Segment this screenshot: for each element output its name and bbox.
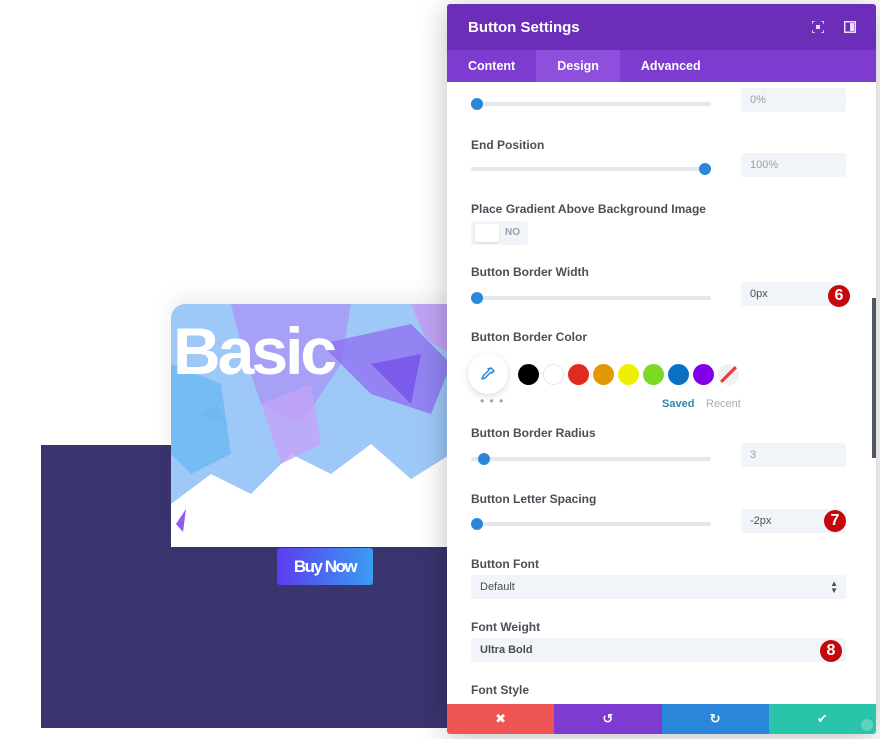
modal-title: Button Settings <box>468 18 580 36</box>
cancel-button[interactable]: ✖ <box>447 704 555 734</box>
no-color-swatch[interactable] <box>718 364 739 385</box>
select-value: Default <box>480 581 515 593</box>
color-swatch[interactable] <box>568 364 589 385</box>
color-swatch[interactable] <box>668 364 689 385</box>
gradient-above-toggle[interactable]: NO <box>471 221 528 245</box>
color-swatch[interactable] <box>693 364 714 385</box>
redo-icon: ↻ <box>709 711 721 726</box>
select-value: Ultra Bold <box>480 644 533 656</box>
end-position-label: End Position <box>471 138 545 152</box>
toggle-knob <box>475 224 499 242</box>
color-swatch[interactable] <box>643 364 664 385</box>
undo-button[interactable]: ↺ <box>554 704 662 734</box>
color-picker-button[interactable] <box>468 354 508 394</box>
save-button[interactable]: ✔ <box>768 704 876 734</box>
more-colors-icon[interactable]: • • • <box>480 394 504 408</box>
start-position-slider[interactable] <box>471 98 711 110</box>
redo-button[interactable]: ↻ <box>661 704 769 734</box>
letter-spacing-slider[interactable] <box>471 518 711 530</box>
page-scrollbar[interactable] <box>872 298 876 458</box>
gradient-above-label: Place Gradient Above Background Image <box>471 202 706 216</box>
modal-header: Button Settings <box>447 4 876 50</box>
color-swatch[interactable] <box>593 364 614 385</box>
tab-design[interactable]: Design <box>536 50 620 82</box>
button-font-label: Button Font <box>471 557 539 571</box>
step-badge-6: 6 <box>828 285 850 307</box>
card-title: Basic <box>173 314 337 388</box>
border-width-slider[interactable] <box>471 292 711 304</box>
border-color-label: Button Border Color <box>471 330 587 344</box>
button-font-select[interactable]: Default ▲ ▼ <box>471 575 846 599</box>
toggle-state: NO <box>505 227 520 238</box>
slider-handle[interactable] <box>471 292 483 304</box>
expand-icon[interactable] <box>810 19 826 35</box>
color-swatch[interactable] <box>618 364 639 385</box>
slider-handle[interactable] <box>477 453 490 465</box>
step-badge-8: 8 <box>820 640 842 662</box>
border-radius-label: Button Border Radius <box>471 426 596 440</box>
saved-colors-tab[interactable]: Saved <box>662 398 694 410</box>
slider-handle[interactable] <box>471 518 483 530</box>
settings-body: 0% End Position 100% Place Gradient Abov… <box>447 82 876 704</box>
buy-now-button[interactable]: Buy Now <box>277 548 373 585</box>
pricing-card: Basic <box>171 304 451 547</box>
settings-tabs: Content Design Advanced <box>447 50 876 82</box>
color-swatch[interactable] <box>518 364 539 385</box>
eyedropper-icon <box>481 367 495 380</box>
border-radius-slider[interactable] <box>471 453 711 465</box>
start-position-input[interactable]: 0% <box>741 88 846 112</box>
end-position-input[interactable]: 100% <box>741 153 846 177</box>
color-swatch[interactable] <box>543 364 564 385</box>
slider-handle[interactable] <box>699 163 711 175</box>
checkmark-icon: ✔ <box>816 711 828 726</box>
undo-icon: ↺ <box>602 711 614 726</box>
recent-colors-tab[interactable]: Recent <box>706 398 741 410</box>
end-position-slider[interactable] <box>471 163 711 175</box>
step-badge-7: 7 <box>824 510 846 532</box>
tab-content[interactable]: Content <box>447 50 536 82</box>
font-weight-select[interactable]: Ultra Bold <box>471 638 846 662</box>
modal-footer: ✖ ↺ ↻ ✔ <box>447 704 876 734</box>
resize-handle[interactable] <box>861 719 873 731</box>
button-settings-modal: Button Settings Content Design Advanced … <box>447 4 876 734</box>
border-radius-input[interactable]: 3 <box>741 443 846 467</box>
close-icon: ✖ <box>495 711 507 726</box>
font-style-label: Font Style <box>471 683 530 697</box>
sidebar-layout-icon[interactable] <box>842 19 858 35</box>
font-weight-label: Font Weight <box>471 620 541 634</box>
slider-handle[interactable] <box>471 98 483 110</box>
tab-advanced[interactable]: Advanced <box>620 50 722 82</box>
letter-spacing-label: Button Letter Spacing <box>471 492 597 506</box>
border-width-label: Button Border Width <box>471 265 589 279</box>
select-arrows-icon: ▲ ▼ <box>830 579 838 595</box>
